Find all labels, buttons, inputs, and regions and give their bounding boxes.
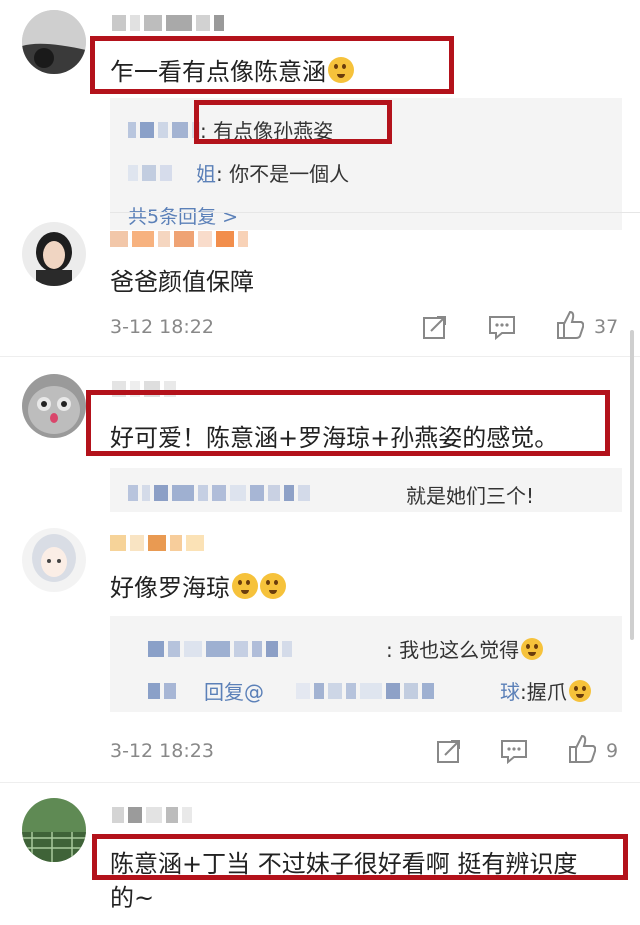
share-icon	[423, 316, 446, 339]
username-blurred[interactable]	[112, 804, 196, 823]
reply-username-blurred[interactable]	[128, 162, 176, 181]
like-button[interactable]	[568, 734, 597, 768]
divider	[0, 356, 640, 357]
avatar[interactable]	[22, 798, 86, 862]
reply-prefix-blurred[interactable]	[148, 680, 180, 699]
reply-text: 就是她们三个!	[406, 484, 535, 508]
reply-row: : 我也这么觉得	[386, 634, 544, 663]
comment-timestamp: 3-12 18:22	[110, 316, 214, 338]
username-blurred[interactable]	[112, 12, 228, 31]
reply-row: 姐: 你不是一個人	[196, 158, 349, 187]
reply-prefix: 回复@	[204, 680, 264, 704]
like-count: 9	[606, 740, 619, 762]
thumbs-up-icon	[557, 310, 585, 339]
scrollbar[interactable]	[630, 330, 634, 640]
laugh-cry-emoji-icon	[521, 638, 544, 660]
reply-username-blurred[interactable]	[128, 119, 204, 138]
comment-icon	[489, 316, 515, 341]
avatar[interactable]	[22, 222, 86, 286]
avatar[interactable]	[22, 374, 86, 438]
thumbs-up-icon	[569, 734, 597, 763]
divider	[0, 782, 640, 783]
view-all-replies-link[interactable]: 共5条回复 >	[128, 202, 238, 229]
reply-text: :握爪	[520, 680, 567, 704]
share-icon	[437, 740, 460, 763]
avatar-image	[22, 222, 86, 286]
username-blurred[interactable]	[110, 228, 252, 247]
comment-text: 好像罗海琼	[110, 568, 286, 603]
avatar[interactable]	[22, 10, 86, 74]
like-count: 37	[594, 316, 619, 338]
comment-button[interactable]	[500, 738, 528, 768]
reply-username-tail[interactable]: 姐	[196, 162, 216, 186]
highlight-box	[194, 100, 392, 144]
laugh-cry-emoji-icon	[232, 573, 258, 599]
reply-text: : 我也这么觉得	[386, 638, 520, 662]
reply-username-blurred[interactable]	[148, 638, 296, 657]
highlight-box	[86, 390, 610, 456]
divider	[110, 212, 640, 213]
comment-button[interactable]	[488, 314, 516, 344]
share-button[interactable]	[436, 738, 462, 768]
share-button[interactable]	[422, 314, 448, 344]
laugh-cry-emoji-icon	[260, 573, 286, 599]
like-button[interactable]	[556, 310, 585, 344]
reply-mention-blurred[interactable]	[296, 680, 438, 699]
username-blurred[interactable]	[110, 532, 208, 551]
reply-mention-tail[interactable]: 球	[500, 680, 520, 704]
avatar[interactable]	[22, 528, 86, 592]
comment-timestamp: 3-12 18:23	[110, 740, 214, 762]
comment-text-continued: 的~	[110, 884, 155, 912]
laugh-cry-emoji-icon	[568, 680, 591, 702]
comment-icon	[501, 740, 527, 765]
reply-text: : 你不是一個人	[216, 162, 350, 186]
highlight-box	[92, 834, 628, 880]
avatar-image	[22, 10, 86, 74]
avatar-image	[22, 528, 86, 592]
highlight-box	[90, 36, 454, 94]
reply-username-blurred[interactable]	[128, 482, 314, 501]
comment-text: 爸爸颜值保障	[110, 268, 254, 296]
avatar-image	[22, 374, 86, 438]
reply-row: 球:握爪	[500, 676, 591, 705]
avatar-image	[22, 798, 86, 862]
